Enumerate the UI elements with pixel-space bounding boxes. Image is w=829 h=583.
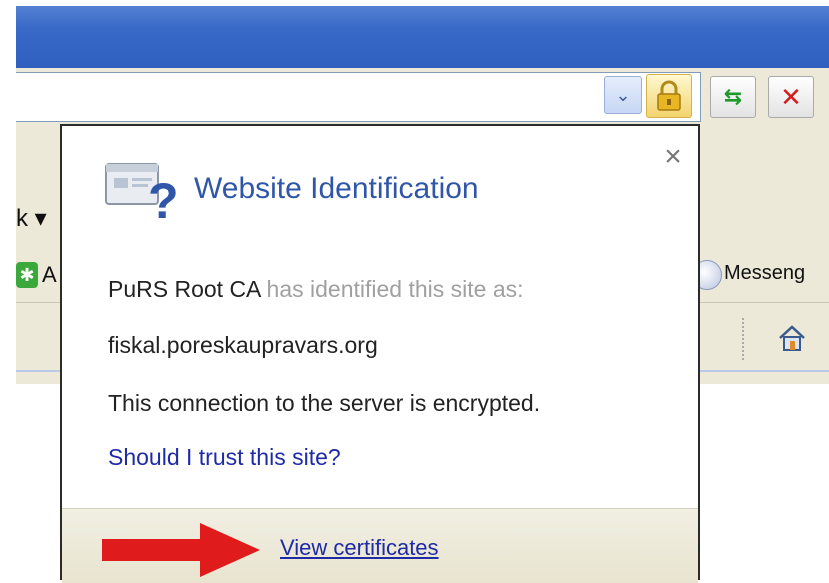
address-dropdown-button[interactable]: ⌄ [604, 76, 642, 114]
encryption-status: This connection to the server is encrypt… [108, 390, 541, 416]
popup-footer: View certificates [62, 508, 698, 583]
lock-button[interactable] [646, 74, 692, 118]
popup-title: Website Identification [194, 172, 479, 205]
refresh-button[interactable]: ⇆ [710, 76, 756, 118]
address-input[interactable] [16, 72, 701, 122]
back-menu-partial[interactable]: k ▾ [16, 204, 47, 233]
address-bar-row: ⌄ ⇆ ✕ [16, 68, 829, 126]
chevron-down-icon: ⌄ [615, 84, 631, 105]
svg-text:?: ? [148, 173, 178, 224]
identified-by-line: PuRS Root CA has identified this site as… [108, 276, 524, 303]
close-icon[interactable]: × [658, 142, 688, 172]
addon-icon[interactable]: ✱ [16, 262, 38, 288]
window-titlebar [16, 0, 829, 68]
toolbar-separator [742, 318, 744, 360]
home-button[interactable] [774, 320, 810, 356]
identified-text: has identified this site as: [260, 276, 524, 302]
home-icon [779, 325, 805, 351]
view-certificates-link[interactable]: View certificates [280, 535, 439, 561]
certificate-issuer: PuRS Root CA [108, 276, 261, 302]
red-arrow-icon [102, 523, 260, 577]
website-identification-icon: ? [105, 163, 178, 224]
stop-icon: ✕ [780, 81, 802, 112]
toolbar-item-a-partial[interactable]: A [42, 262, 57, 288]
website-identification-popup: × ? Website Identification PuRS Root CA … [60, 124, 700, 583]
site-domain: fiskal.poreskaupravars.org [108, 332, 378, 358]
trust-site-link[interactable]: Should I trust this site? [108, 444, 341, 471]
refresh-icon: ⇆ [723, 84, 743, 109]
titlebar-top-edge [16, 0, 829, 6]
lock-icon [657, 80, 681, 111]
stop-button[interactable]: ✕ [768, 76, 814, 118]
messenger-link[interactable]: Messeng [724, 262, 805, 285]
